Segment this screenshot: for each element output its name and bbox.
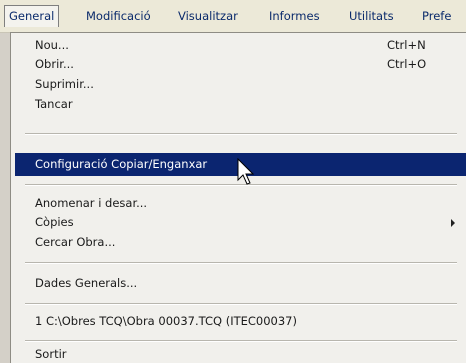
menu-item-copies[interactable]: Còpies — [35, 214, 74, 231]
menu-item-recent-file[interactable]: 1 C:\Obres TCQ\Obra 00037.TCQ (ITEC00037… — [35, 313, 297, 330]
menu-general[interactable]: General — [4, 5, 60, 27]
menu-item-delete[interactable]: Suprimir... — [35, 76, 94, 93]
menu-item-label: Configuració Copiar/Enganxar — [35, 157, 208, 171]
menu-item-exit[interactable]: Sortir — [35, 346, 67, 363]
menu-separator — [25, 303, 457, 305]
general-dropdown-menu: Nou... Ctrl+N Obrir... Ctrl+O Suprimir..… — [10, 32, 466, 363]
menu-separator — [25, 133, 457, 135]
menu-preferencies[interactable]: Prefe — [418, 6, 455, 26]
menu-visualitzar[interactable]: Visualitzar — [174, 6, 242, 26]
menu-item-open[interactable]: Obrir... — [35, 56, 74, 73]
mouse-cursor-icon — [237, 158, 255, 185]
menu-bar: General Modificació Visualitzar Informes… — [0, 0, 466, 33]
menu-utilitats[interactable]: Utilitats — [345, 6, 398, 26]
menu-item-save-as[interactable]: Anomenar i desar... — [35, 195, 147, 212]
menu-informes[interactable]: Informes — [265, 6, 324, 26]
menu-item-close[interactable]: Tancar — [35, 96, 73, 113]
shortcut-open: Ctrl+O — [387, 57, 427, 71]
menu-item-search-work[interactable]: Cercar Obra... — [35, 234, 115, 251]
menu-separator — [25, 340, 457, 342]
menu-item-new[interactable]: Nou... — [35, 37, 69, 54]
chevron-right-icon — [451, 219, 455, 227]
menu-item-general-data[interactable]: Dades Generals... — [35, 275, 137, 292]
menu-separator — [25, 262, 457, 264]
shortcut-new: Ctrl+N — [387, 38, 426, 52]
menu-modificacio[interactable]: Modificació — [82, 6, 155, 26]
